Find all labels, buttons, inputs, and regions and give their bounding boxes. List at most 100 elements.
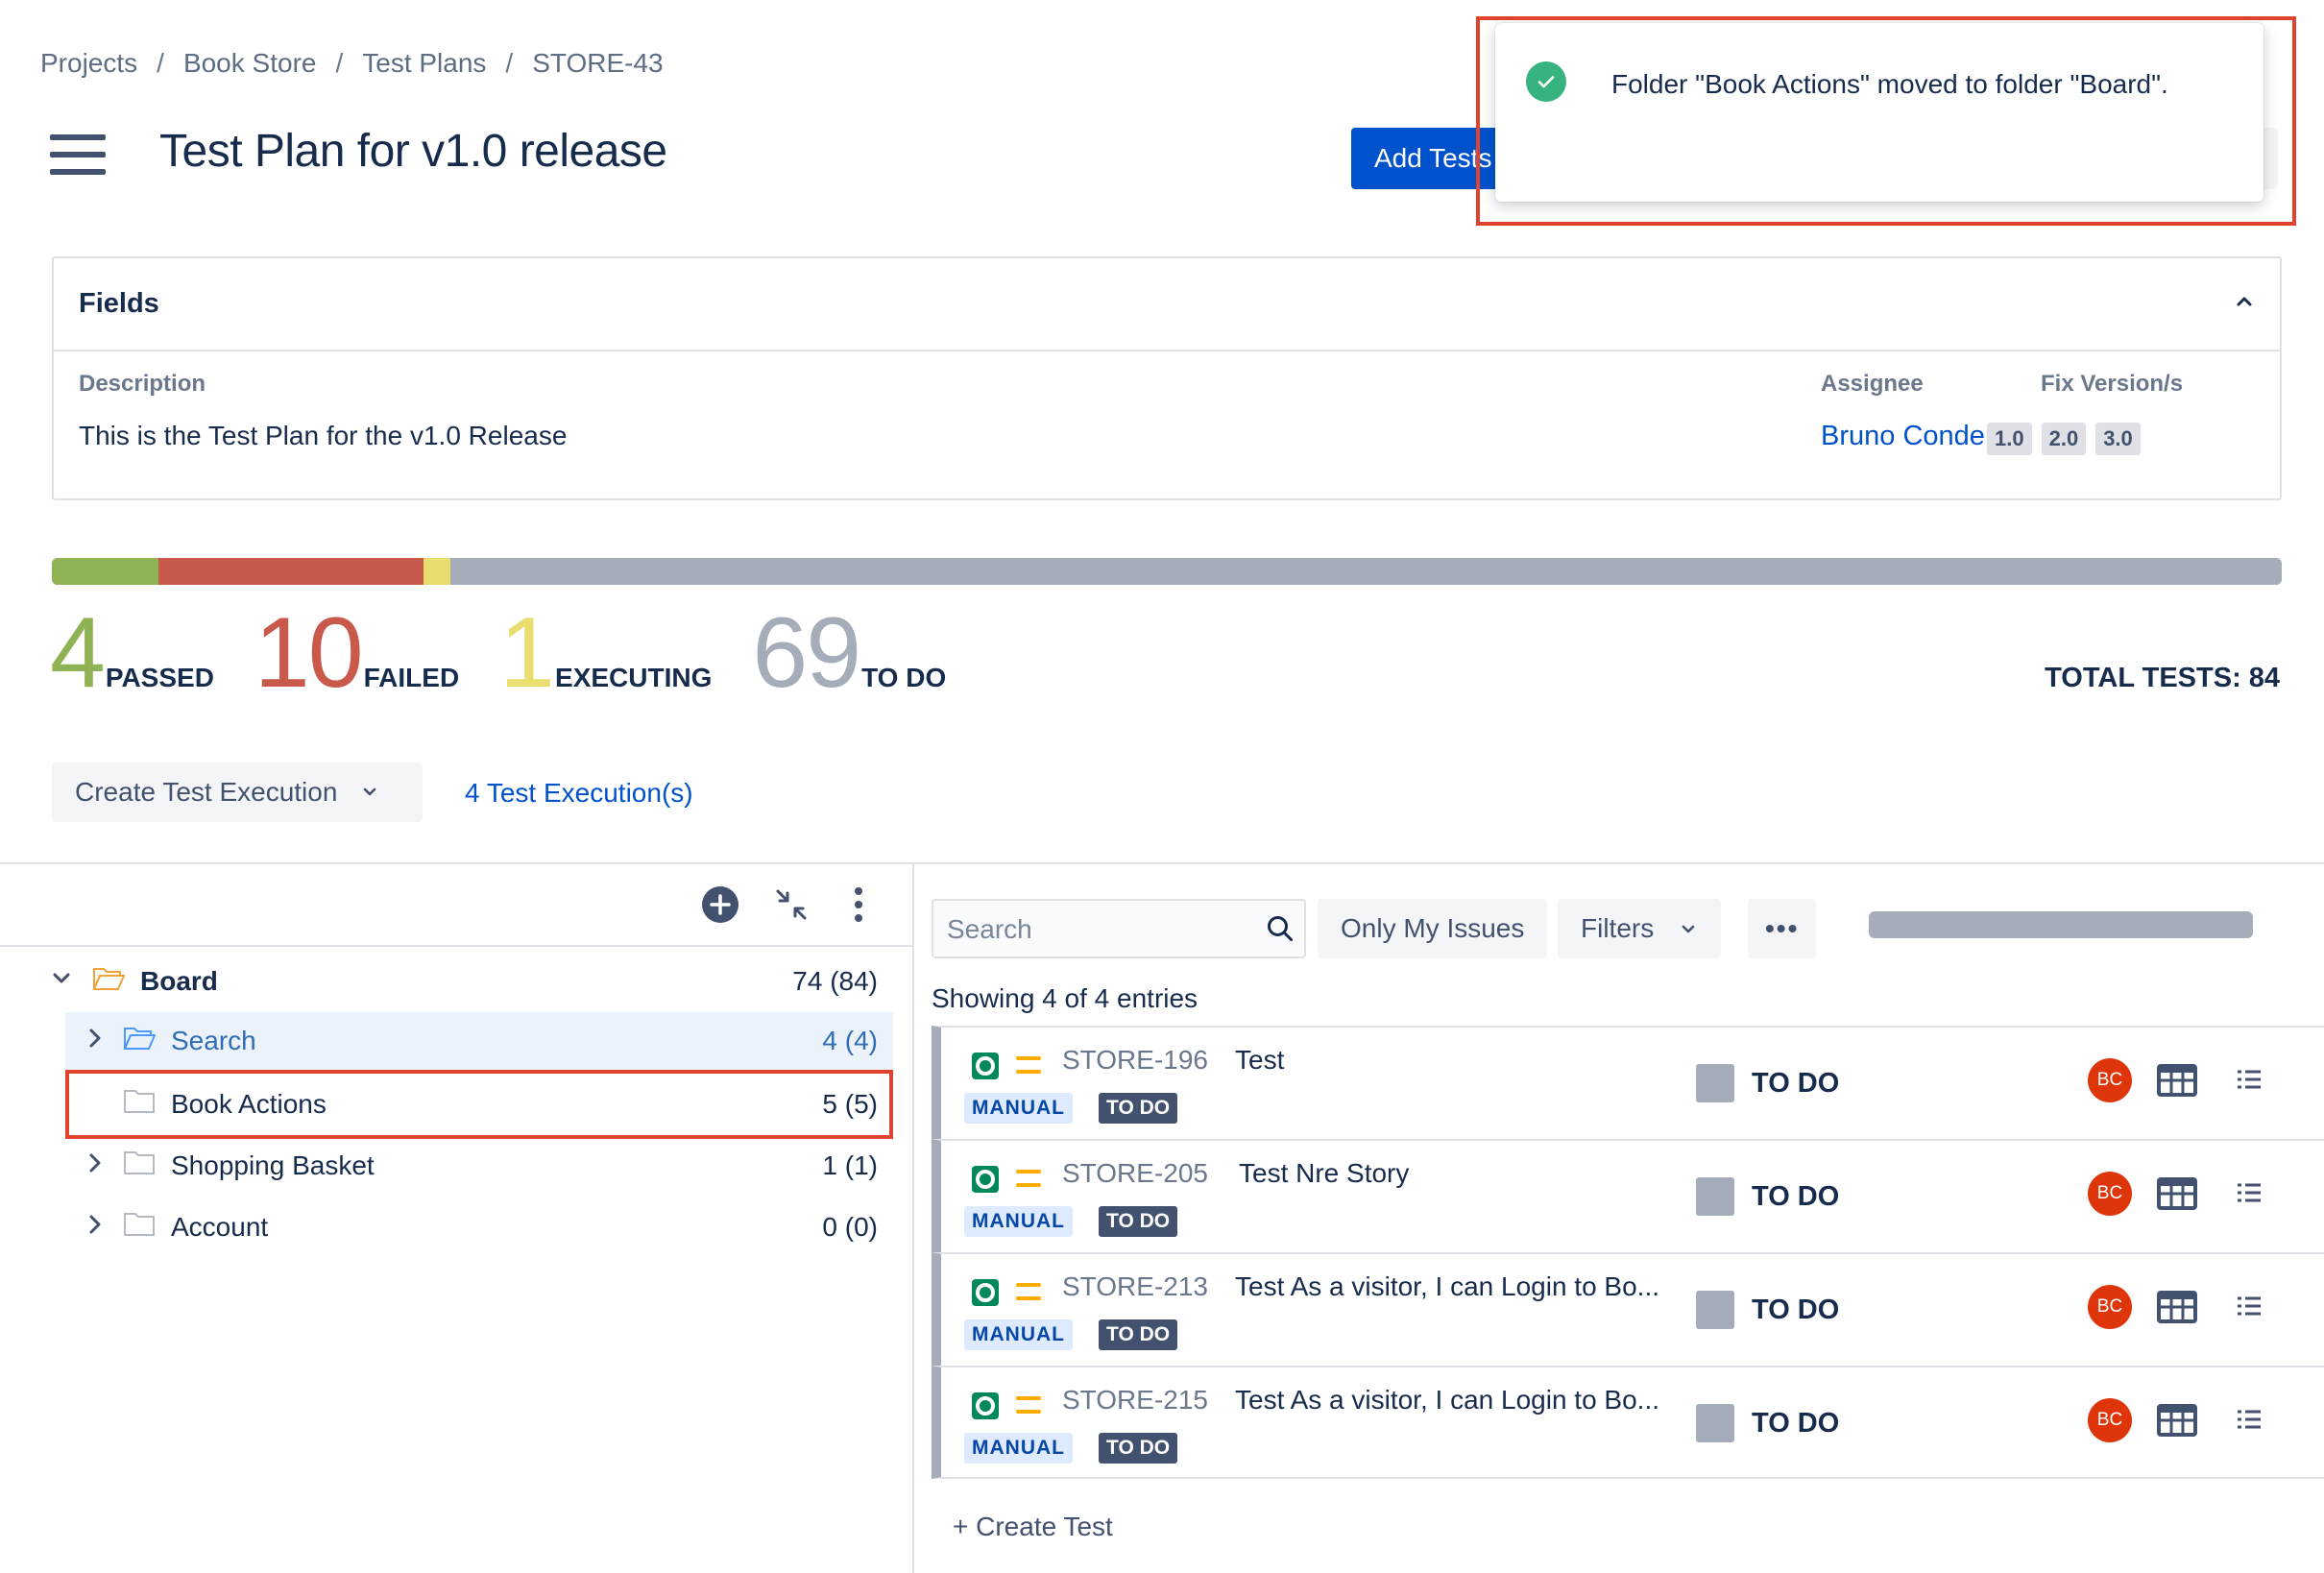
table-row[interactable]: STORE-215 Test As a visitor, I can Login…	[932, 1366, 2324, 1479]
issue-key-link[interactable]: STORE-205	[1062, 1158, 1208, 1189]
priority-medium-icon	[1016, 1056, 1041, 1074]
create-test-execution-dropdown[interactable]: Create Test Execution	[52, 762, 423, 822]
test-type-tag: MANUAL	[964, 1206, 1073, 1237]
avatar[interactable]: BC	[2088, 1398, 2132, 1442]
breadcrumb-separator: /	[505, 48, 514, 78]
create-test-execution-label: Create Test Execution	[75, 777, 338, 807]
version-badge[interactable]: 2.0	[2041, 423, 2087, 455]
chevron-up-icon[interactable]	[2234, 291, 2255, 317]
status-tag: TO DO	[1099, 1206, 1178, 1237]
collapse-all-icon[interactable]	[768, 882, 814, 928]
tree-folder-name: Book Actions	[171, 1089, 327, 1119]
test-run-status[interactable]: TO DO	[1752, 1181, 1839, 1213]
issue-summary[interactable]: Test As a visitor, I can Login to Bo...	[1235, 1385, 1659, 1416]
chevron-right-icon[interactable]	[85, 1026, 106, 1056]
tree-folder-book-actions[interactable]: Book Actions 5 (5)	[65, 1077, 878, 1131]
breadcrumb-book-store[interactable]: Book Store	[183, 48, 317, 79]
breadcrumb-issue-key[interactable]: STORE-43	[532, 48, 663, 79]
avatar[interactable]: BC	[2088, 1172, 2132, 1216]
table-grid-icon[interactable]	[2157, 1177, 2197, 1215]
stat-todo[interactable]: 69 TO DO	[752, 603, 946, 703]
table-row[interactable]: STORE-205 Test Nre Story MANUAL TO DO TO…	[932, 1139, 2324, 1252]
test-executions-link[interactable]: 4 Test Execution(s)	[465, 778, 693, 809]
tree-folder-account[interactable]: Account 0 (0)	[65, 1200, 878, 1254]
description-value: This is the Test Plan for the v1.0 Relea…	[79, 421, 568, 450]
breadcrumb: Projects / Book Store / Test Plans / STO…	[40, 48, 664, 79]
tree-folder-search[interactable]: Search 4 (4)	[65, 1012, 893, 1070]
version-badge[interactable]: 1.0	[1987, 423, 2032, 455]
stat-executing[interactable]: 1 EXECUTING	[499, 603, 712, 703]
issue-summary[interactable]: Test As a visitor, I can Login to Bo...	[1235, 1271, 1659, 1302]
folder-icon	[123, 1150, 156, 1182]
table-grid-icon[interactable]	[2157, 1404, 2197, 1441]
status-color-square	[1696, 1291, 1734, 1329]
chevron-down-icon	[1679, 919, 1698, 938]
stat-passed-label: PASSED	[105, 663, 214, 692]
filters-dropdown[interactable]: Filters	[1558, 899, 1722, 958]
table-row[interactable]: STORE-196 Test MANUAL TO DO TO DO BC	[932, 1026, 2324, 1139]
loading-bar	[1869, 911, 2253, 938]
tree-folder-name: Shopping Basket	[171, 1150, 375, 1180]
status-tag: TO DO	[1099, 1433, 1178, 1464]
filters-label: Filters	[1581, 913, 1655, 943]
list-details-icon[interactable]	[2236, 1293, 2263, 1324]
chevron-right-icon[interactable]	[85, 1212, 106, 1243]
fix-versions-label: Fix Version/s	[2041, 371, 2184, 397]
total-tests-value: 84	[2248, 663, 2280, 693]
issue-summary[interactable]: Test	[1235, 1045, 1284, 1076]
list-details-icon[interactable]	[2236, 1406, 2263, 1438]
only-my-issues-button[interactable]: Only My Issues	[1318, 899, 1548, 958]
test-run-status[interactable]: TO DO	[1752, 1068, 1839, 1100]
table-row[interactable]: STORE-213 Test As a visitor, I can Login…	[932, 1252, 2324, 1366]
menu-icon[interactable]	[50, 134, 106, 175]
tree-folder-count: 5 (5)	[822, 1089, 878, 1119]
list-details-icon[interactable]	[2236, 1179, 2263, 1211]
tree-folder-count: 74 (84)	[792, 966, 878, 996]
stat-failed[interactable]: 10 FAILED	[254, 603, 459, 703]
table-grid-icon[interactable]	[2157, 1291, 2197, 1328]
test-run-status[interactable]: TO DO	[1752, 1408, 1839, 1440]
folder-icon	[123, 1212, 156, 1244]
test-type-icon	[972, 1166, 999, 1193]
issue-key-link[interactable]: STORE-213	[1062, 1271, 1208, 1302]
fields-panel: Fields Description This is the Test Plan…	[52, 256, 2282, 500]
version-badge[interactable]: 3.0	[2095, 423, 2141, 455]
pane-divider[interactable]	[912, 862, 914, 1573]
test-type-tag: MANUAL	[964, 1433, 1073, 1464]
breadcrumb-projects[interactable]: Projects	[40, 48, 137, 79]
description-label: Description	[79, 371, 206, 397]
breadcrumb-test-plans[interactable]: Test Plans	[362, 48, 486, 79]
create-test-link[interactable]: + Create Test	[953, 1512, 1113, 1542]
assignee-link[interactable]: Bruno Conde	[1821, 421, 1985, 452]
tree-folder-shopping-basket[interactable]: Shopping Basket 1 (1)	[65, 1139, 878, 1193]
avatar[interactable]: BC	[2088, 1058, 2132, 1102]
tree-folder-count: 1 (1)	[822, 1150, 878, 1180]
check-circle-icon	[1526, 61, 1566, 102]
test-run-status[interactable]: TO DO	[1752, 1295, 1839, 1326]
list-details-icon[interactable]	[2236, 1066, 2263, 1098]
tree-folder-name: Search	[171, 1026, 256, 1055]
progress-segment-passed	[52, 558, 158, 585]
priority-medium-icon	[1016, 1396, 1041, 1414]
assignee-label: Assignee	[1821, 371, 1924, 397]
issue-key-link[interactable]: STORE-196	[1062, 1045, 1208, 1076]
more-vertical-icon[interactable]	[835, 882, 882, 928]
avatar[interactable]: BC	[2088, 1285, 2132, 1329]
fields-panel-header[interactable]: Fields	[54, 258, 2280, 351]
issue-summary[interactable]: Test Nre Story	[1239, 1158, 1409, 1189]
more-options-button[interactable]: •••	[1748, 899, 1817, 958]
table-grid-icon[interactable]	[2157, 1064, 2197, 1101]
stat-passed[interactable]: 4 PASSED	[50, 603, 214, 703]
fields-title: Fields	[79, 288, 159, 319]
issue-key-link[interactable]: STORE-215	[1062, 1385, 1208, 1416]
chevron-down-icon[interactable]	[50, 966, 73, 997]
search-input[interactable]	[947, 910, 1254, 949]
tree-folder-board[interactable]: Board 74 (84)	[0, 955, 878, 1008]
test-type-tag: MANUAL	[964, 1319, 1073, 1350]
test-type-icon	[972, 1392, 999, 1419]
search-icon[interactable]	[1266, 914, 1295, 948]
stat-todo-count: 69	[752, 597, 861, 709]
test-status-progress-bar	[52, 558, 2282, 585]
chevron-right-icon[interactable]	[85, 1150, 106, 1181]
add-folder-icon[interactable]	[697, 882, 743, 928]
